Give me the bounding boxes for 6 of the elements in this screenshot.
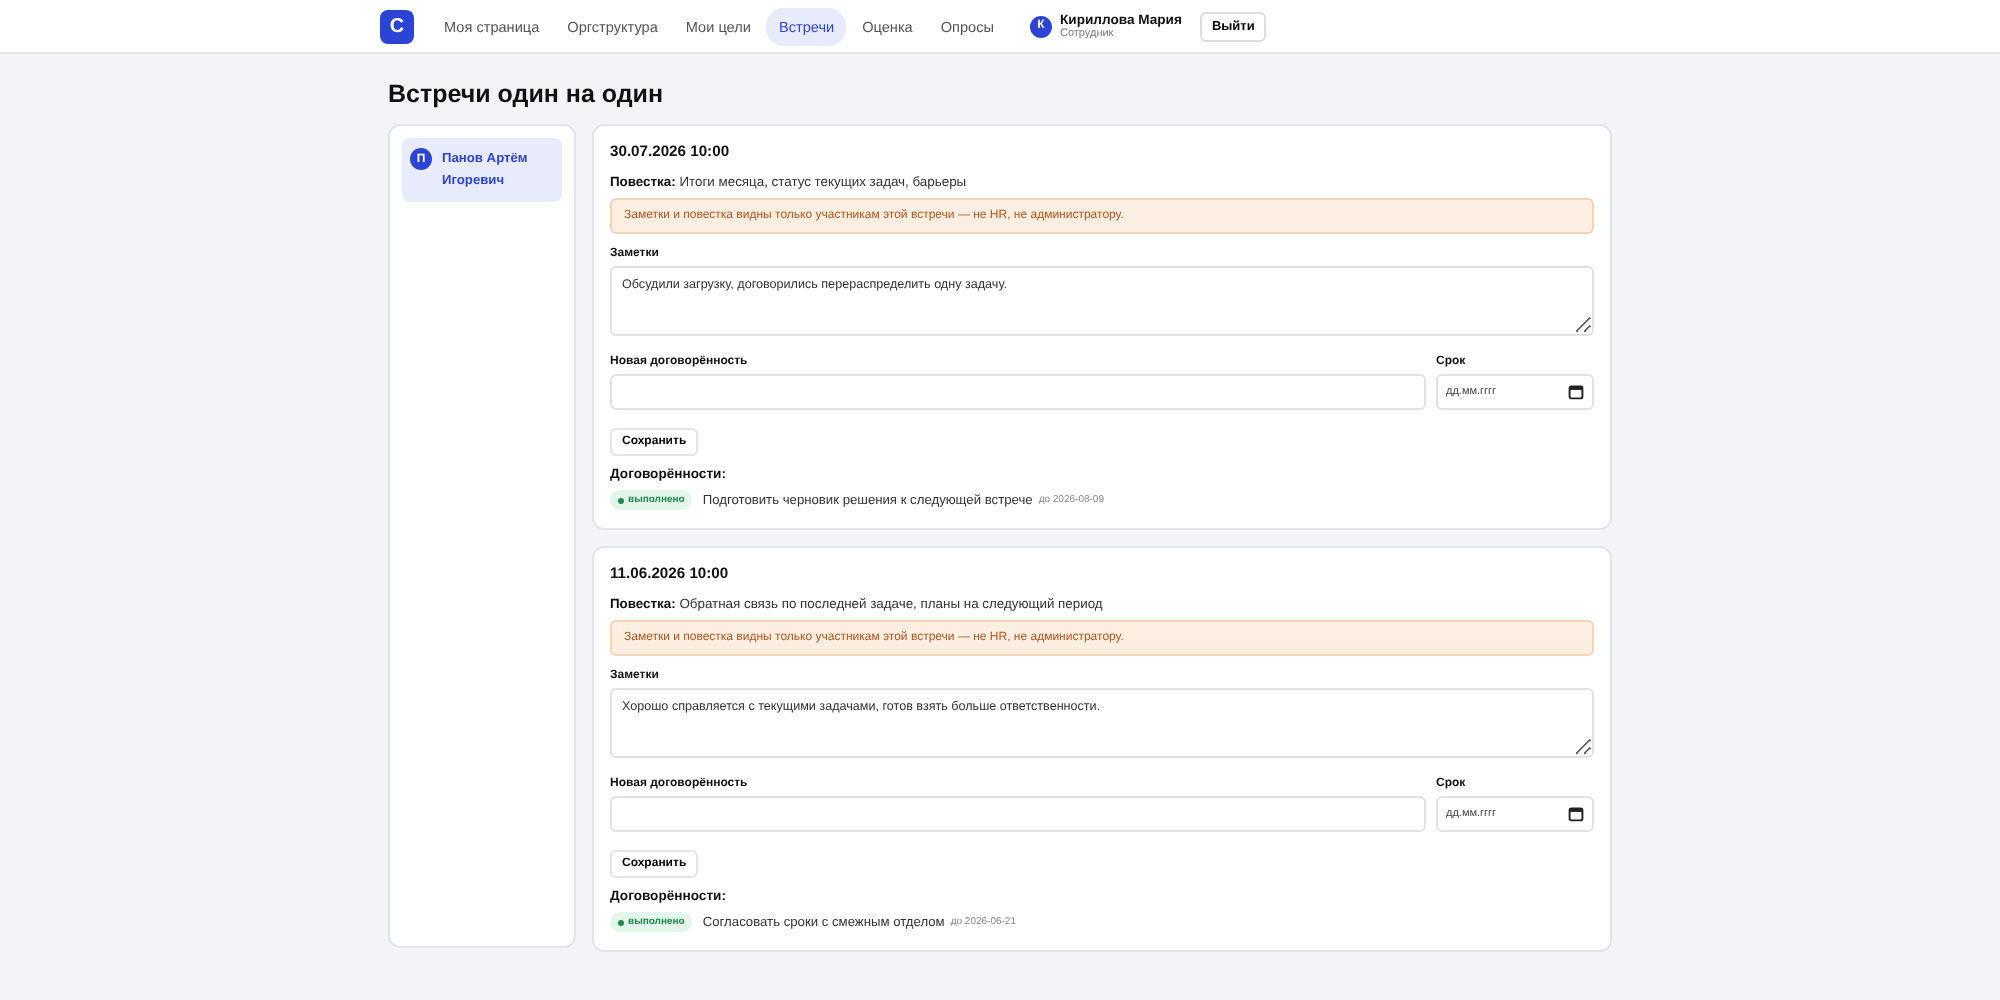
calendar-icon[interactable]: [1568, 384, 1584, 400]
agreement-field[interactable]: [610, 374, 1426, 410]
page-title: Встречи один на один: [388, 80, 666, 108]
app-logo[interactable]: C: [380, 9, 414, 43]
agreement-field[interactable]: [610, 796, 1426, 832]
calendar-icon[interactable]: [1568, 806, 1584, 822]
